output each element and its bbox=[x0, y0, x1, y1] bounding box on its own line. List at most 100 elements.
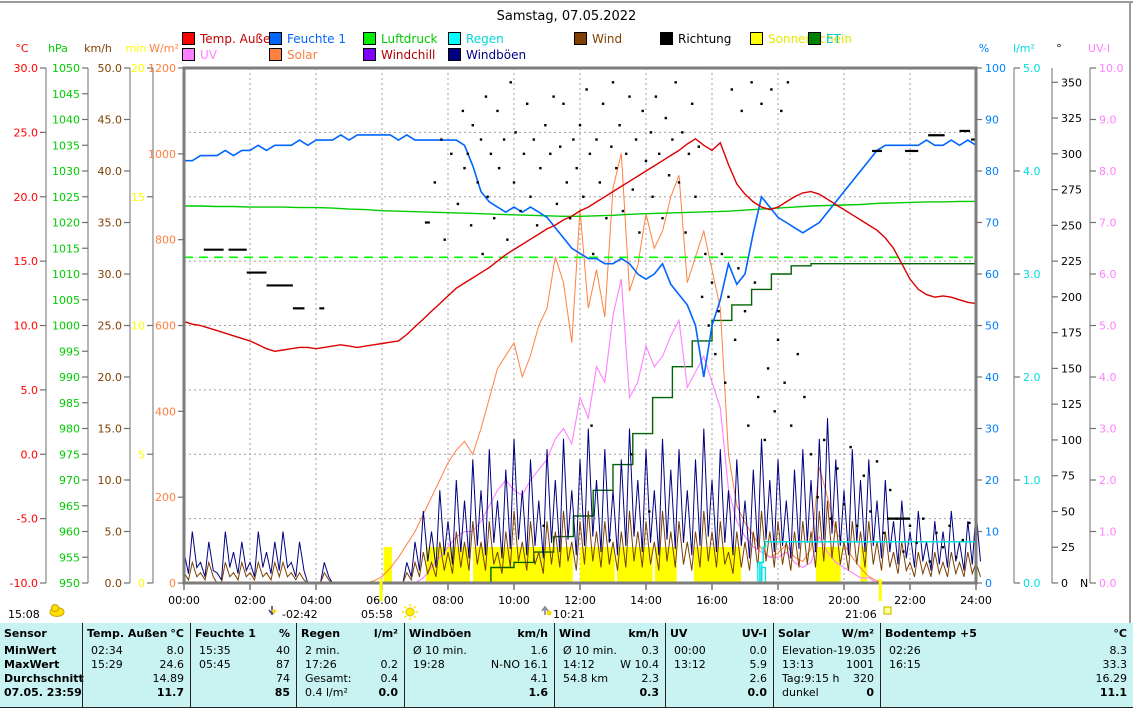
astro-marker-label: -02:42 bbox=[282, 608, 318, 621]
table-cell-value: 1.6 bbox=[531, 644, 549, 658]
direction-dot bbox=[572, 138, 574, 140]
direction-dot bbox=[544, 124, 546, 126]
direction-dot bbox=[777, 339, 779, 341]
direction-dot bbox=[744, 310, 746, 312]
table-cell-value: -19.035 bbox=[833, 644, 875, 658]
direction-dot bbox=[562, 103, 564, 105]
direction-dot bbox=[526, 103, 528, 105]
axis-tick-label: 250 bbox=[1061, 219, 1082, 232]
direction-dot bbox=[658, 153, 660, 155]
direction-dot bbox=[589, 153, 591, 155]
grid bbox=[184, 68, 976, 583]
direction-dot bbox=[585, 88, 587, 90]
square-shape bbox=[884, 607, 891, 614]
axis-tick-label: 275 bbox=[1061, 184, 1082, 197]
direction-dot bbox=[622, 210, 624, 212]
axis-unit-hpa: hPa bbox=[48, 42, 68, 55]
axis-tick-label: 0 bbox=[138, 577, 145, 590]
x-axis-label: 10:00 bbox=[498, 594, 530, 607]
axis-tick-label: 225 bbox=[1061, 255, 1082, 268]
sun-icon bbox=[402, 604, 418, 620]
table-col-feuchte-1: Feuchte 1%15:354005:45877485 bbox=[190, 623, 296, 707]
axis-tick-label: 4.0 bbox=[1099, 371, 1117, 384]
direction-dot bbox=[882, 532, 884, 534]
direction-dot bbox=[559, 145, 561, 147]
table-cell-label: Elevation bbox=[782, 644, 833, 658]
direction-dot bbox=[523, 153, 525, 155]
table-row-label: 07.05. 23:59 bbox=[4, 686, 82, 700]
axis-tick-label: 1035 bbox=[52, 139, 80, 152]
axis-tick-label: 1000 bbox=[52, 320, 80, 333]
axis-tick-label: 175 bbox=[1061, 327, 1082, 340]
axis-tick-label: 100 bbox=[1061, 434, 1082, 447]
table-cell-value: 8.0 bbox=[167, 644, 185, 658]
sun-disc bbox=[406, 608, 414, 616]
moonset-arrow-icon bbox=[269, 606, 277, 614]
axis-tick-label: 20.0 bbox=[14, 191, 39, 204]
direction-dot bbox=[741, 110, 743, 112]
axis-unit-wm2: W/m² bbox=[149, 42, 179, 55]
direction-dot bbox=[486, 196, 488, 198]
direction-dot bbox=[651, 196, 653, 198]
sun-ray bbox=[414, 616, 416, 618]
axis-unit-kmh: km/h bbox=[84, 42, 112, 55]
table-col-wind: Windkm/hØ 10 min.0.314:12W 10.454.8 km2.… bbox=[554, 623, 665, 707]
axis-tick-label: -5.0 bbox=[17, 513, 38, 526]
direction-dot bbox=[823, 439, 825, 441]
axis-north-label: N bbox=[1080, 577, 1088, 590]
table-cell-label: 13:13 bbox=[782, 658, 814, 672]
direction-dot bbox=[731, 88, 733, 90]
x-axis-label: 08:00 bbox=[432, 594, 464, 607]
direction-dot bbox=[506, 238, 508, 240]
axis-tick-label: 0.0 bbox=[1099, 577, 1117, 590]
direction-dot bbox=[605, 217, 607, 219]
table-col-unit: °C bbox=[170, 627, 184, 644]
direction-dot bbox=[635, 138, 637, 140]
direction-dot bbox=[942, 546, 944, 548]
table-cell-value: 320 bbox=[853, 672, 874, 686]
direction-dot bbox=[536, 224, 538, 226]
moonrise-arrow-icon bbox=[542, 607, 552, 616]
axis-tick-label: 25 bbox=[1061, 541, 1075, 554]
direction-dot bbox=[727, 296, 729, 298]
direction-dot bbox=[457, 203, 459, 205]
direction-dot bbox=[592, 253, 594, 255]
direction-dot bbox=[721, 253, 723, 255]
direction-dot bbox=[450, 153, 452, 155]
axis-tick-label: 600 bbox=[155, 320, 176, 333]
direction-dot bbox=[514, 131, 516, 133]
table-cell-value: 11.1 bbox=[1100, 686, 1127, 700]
direction-dot bbox=[470, 224, 472, 226]
axis-tick-label: 300 bbox=[1061, 148, 1082, 161]
direction-dot bbox=[790, 424, 792, 426]
direction-dot bbox=[655, 95, 657, 97]
axis-tick-label: 1000 bbox=[148, 148, 176, 161]
x-axis-label: 12:00 bbox=[564, 594, 596, 607]
table-cell-label: Ø 10 min. bbox=[563, 644, 617, 658]
direction-dot bbox=[485, 95, 487, 97]
direction-dot bbox=[481, 253, 483, 255]
direction-dot bbox=[444, 238, 446, 240]
table-col-temp-au-en: Temp. Außen°C02:348.015:2924.614.8911.7 bbox=[82, 623, 190, 707]
table-col-name: Temp. Außen bbox=[87, 627, 167, 644]
axis-tick-label: 80 bbox=[985, 165, 999, 178]
sun-event-tick bbox=[380, 579, 383, 601]
axis-tick-label: 0.0 bbox=[21, 448, 39, 461]
table-cell-value: 85 bbox=[275, 686, 290, 700]
axis-tick-label: 0 bbox=[169, 577, 176, 590]
axis-tick-label: 5 bbox=[138, 448, 145, 461]
direction-dot bbox=[665, 117, 667, 119]
table-cell-value: 0.2 bbox=[381, 658, 399, 672]
axis-tick-label: 40.0 bbox=[98, 165, 123, 178]
sunshine-bar bbox=[384, 547, 392, 583]
astro-marker-label: 21:06 bbox=[845, 608, 877, 621]
direction-dot bbox=[856, 525, 858, 527]
direction-dot bbox=[717, 310, 719, 312]
direction-dot bbox=[625, 153, 627, 155]
direction-dot bbox=[467, 153, 469, 155]
axis-tick-label: 0.0 bbox=[105, 577, 123, 590]
axis-tick-label: 1040 bbox=[52, 114, 80, 127]
table-col-name: Regen bbox=[301, 627, 340, 644]
direction-dot bbox=[876, 460, 878, 462]
table-col-unit: l/m² bbox=[374, 627, 398, 644]
